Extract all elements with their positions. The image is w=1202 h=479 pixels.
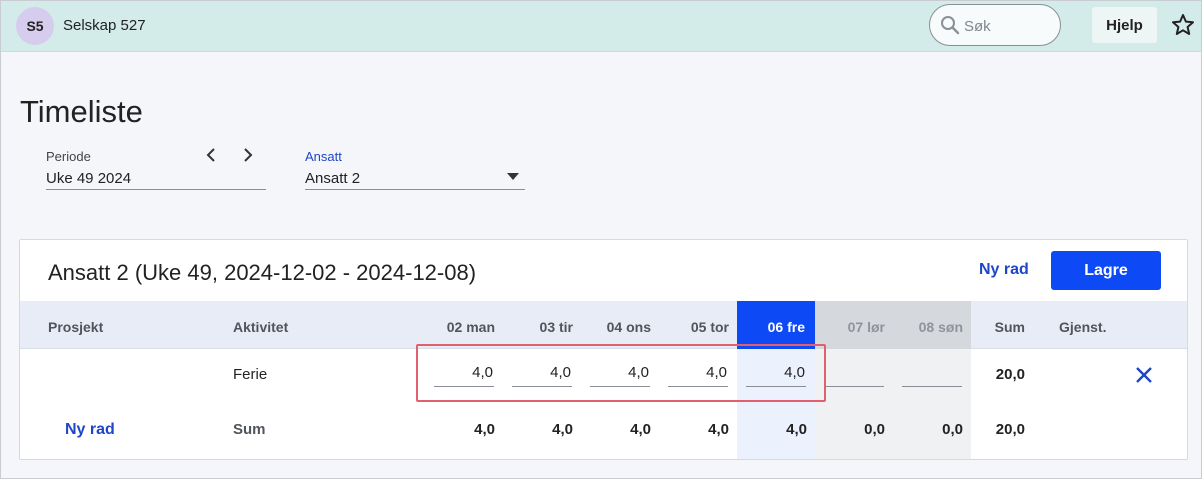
header-remaining: Gjenst. bbox=[1059, 319, 1107, 335]
sum-mon: 4,0 bbox=[474, 421, 495, 438]
next-period-button[interactable] bbox=[238, 145, 258, 165]
ansatt-value[interactable]: Ansatt 2 bbox=[305, 170, 525, 187]
header-day-thu: 05 tor bbox=[690, 319, 729, 335]
company-avatar[interactable]: S5 bbox=[16, 7, 54, 45]
sum-wed: 4,0 bbox=[630, 421, 651, 438]
close-icon[interactable] bbox=[1134, 365, 1154, 385]
header-day-sun: 08 søn bbox=[918, 319, 963, 335]
row-activity[interactable]: Ferie bbox=[233, 366, 267, 383]
caret-down-icon[interactable] bbox=[507, 173, 519, 181]
hours-input-mon[interactable] bbox=[434, 359, 494, 387]
sum-thu: 4,0 bbox=[708, 421, 729, 438]
hours-input-thu[interactable] bbox=[668, 359, 728, 387]
new-row-button[interactable]: Ny rad bbox=[979, 261, 1029, 279]
sum-sun: 0,0 bbox=[942, 421, 963, 438]
timesheet-card: Ansatt 2 (Uke 49, 2024-12-02 - 2024-12-0… bbox=[19, 239, 1188, 460]
hours-input-fri[interactable] bbox=[746, 359, 806, 387]
header-day-wed: 04 ons bbox=[606, 319, 651, 335]
card-title: Ansatt 2 (Uke 49, 2024-12-02 - 2024-12-0… bbox=[48, 260, 477, 285]
company-name[interactable]: Selskap 527 bbox=[63, 17, 146, 34]
sum-tue: 4,0 bbox=[552, 421, 573, 438]
periode-value[interactable]: Uke 49 2024 bbox=[46, 170, 266, 187]
top-bar: S5 Selskap 527 Hjelp bbox=[1, 1, 1201, 52]
ansatt-label: Ansatt bbox=[305, 149, 342, 164]
header-project: Prosjekt bbox=[48, 319, 104, 335]
today-header: 06 fre bbox=[737, 301, 815, 349]
search-icon bbox=[941, 16, 960, 35]
sum-sat: 0,0 bbox=[864, 421, 885, 438]
sum-fri: 4,0 bbox=[786, 421, 807, 438]
header-day-tue: 03 tir bbox=[539, 319, 573, 335]
header-sum: Sum bbox=[994, 319, 1025, 335]
sum-row-label: Sum bbox=[233, 421, 266, 438]
chevron-right-icon bbox=[244, 148, 253, 162]
header-day-sat: 07 lør bbox=[847, 319, 885, 335]
hours-input-sun[interactable] bbox=[902, 359, 962, 387]
periode-underline bbox=[46, 189, 266, 190]
row-sum: 20,0 bbox=[995, 366, 1025, 383]
chevron-left-icon bbox=[206, 148, 215, 162]
search-input[interactable] bbox=[964, 15, 1054, 37]
hours-input-wed[interactable] bbox=[590, 359, 650, 387]
star-icon[interactable] bbox=[1171, 13, 1195, 37]
help-button[interactable]: Hjelp bbox=[1092, 7, 1157, 43]
periode-label: Periode bbox=[46, 149, 91, 164]
save-button[interactable]: Lagre bbox=[1051, 251, 1161, 290]
header-day-fri: 06 fre bbox=[767, 319, 805, 335]
page-title: Timeliste bbox=[20, 94, 143, 129]
ansatt-underline bbox=[305, 189, 525, 190]
periode-field[interactable]: Periode Uke 49 2024 bbox=[46, 149, 266, 190]
ansatt-select[interactable]: Ansatt Ansatt 2 bbox=[305, 149, 525, 190]
sum-total: 20,0 bbox=[995, 421, 1025, 438]
search-box[interactable] bbox=[929, 4, 1061, 46]
previous-period-button[interactable] bbox=[201, 145, 221, 165]
hours-input-tue[interactable] bbox=[512, 359, 572, 387]
hours-input-sat[interactable] bbox=[824, 359, 884, 387]
header-activity: Aktivitet bbox=[233, 319, 289, 335]
new-row-link[interactable]: Ny rad bbox=[65, 421, 115, 439]
header-day-mon: 02 man bbox=[446, 319, 495, 335]
